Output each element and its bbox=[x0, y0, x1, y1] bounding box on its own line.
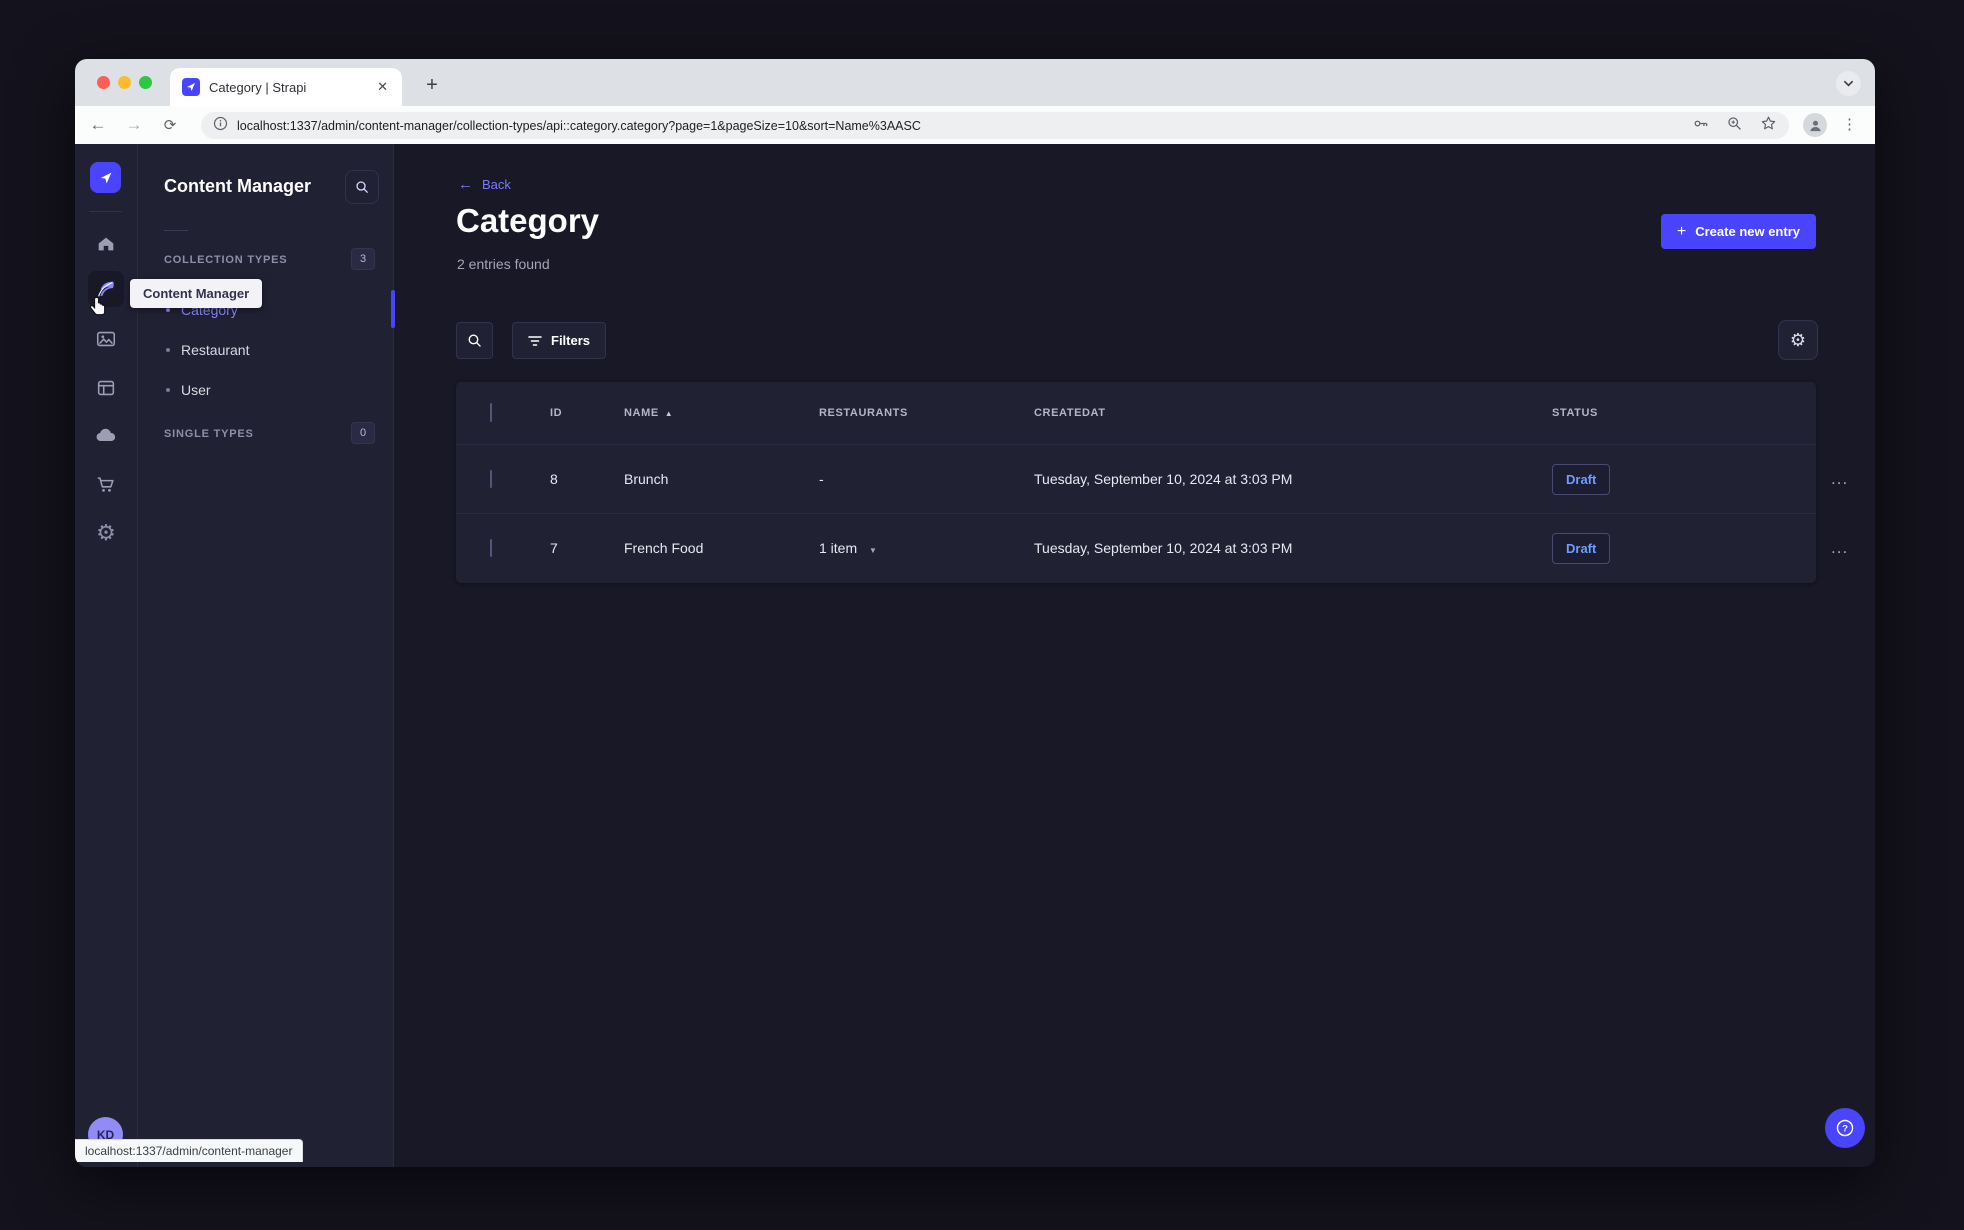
maximize-window-button[interactable] bbox=[139, 76, 152, 89]
collection-types-count-badge: 3 bbox=[351, 248, 375, 270]
window-controls bbox=[97, 76, 152, 89]
mouse-cursor-icon bbox=[89, 296, 109, 323]
link-preview-status-bar: localhost:1337/admin/content-manager bbox=[75, 1139, 304, 1162]
entries-table: ID NAME ▲ RESTAURANTS CREATEDAT STATUS 8… bbox=[456, 382, 1847, 583]
browser-reload-button[interactable]: ⟳ bbox=[155, 106, 185, 144]
strapi-app: ⚙ KD Content Manager COLLECTION TYPES 3 … bbox=[75, 144, 1875, 1167]
page-title: Category bbox=[456, 202, 600, 239]
filters-label: Filters bbox=[551, 333, 591, 348]
subnav-search-button[interactable] bbox=[345, 170, 379, 204]
back-link[interactable]: ← Back bbox=[458, 176, 511, 193]
collection-types-label: COLLECTION TYPES bbox=[164, 254, 288, 266]
close-tab-icon[interactable]: ✕ bbox=[375, 79, 390, 95]
subnav-divider bbox=[164, 230, 188, 231]
browser-tab-bar: Category | Strapi ✕ + bbox=[75, 59, 1875, 106]
cell-restaurants: - bbox=[819, 471, 824, 487]
browser-forward-button[interactable]: → bbox=[119, 106, 149, 144]
header-status[interactable]: STATUS bbox=[1552, 407, 1741, 419]
bullet-icon bbox=[166, 348, 170, 352]
zoom-in-icon[interactable] bbox=[1726, 115, 1743, 137]
gear-icon: ⚙ bbox=[1789, 330, 1807, 350]
address-bar[interactable]: localhost:1337/admin/content-manager/col… bbox=[201, 112, 1789, 139]
svg-text:?: ? bbox=[1842, 1123, 1848, 1134]
nav-content-type-builder-button[interactable] bbox=[88, 370, 124, 406]
cell-id: 7 bbox=[550, 540, 558, 556]
subnav-title: Content Manager bbox=[164, 176, 312, 196]
browser-window: Category | Strapi ✕ + ← → ⟳ localhost:13… bbox=[75, 59, 1875, 1167]
cell-id: 8 bbox=[550, 471, 558, 487]
page-info-icon[interactable] bbox=[213, 116, 228, 136]
filters-button[interactable]: Filters bbox=[512, 322, 607, 359]
view-settings-button[interactable]: ⚙ bbox=[1778, 320, 1818, 360]
sidebar-item-label: Restaurant bbox=[181, 342, 250, 358]
create-new-entry-label: Create new entry bbox=[1695, 224, 1800, 239]
cell-name: French Food bbox=[624, 540, 704, 556]
bullet-icon bbox=[166, 388, 170, 392]
browser-menu-icon[interactable]: ⋮ bbox=[1842, 114, 1857, 136]
single-types-count-badge: 0 bbox=[351, 422, 375, 444]
tab-search-button[interactable] bbox=[1836, 71, 1861, 96]
filter-icon bbox=[528, 335, 542, 346]
close-window-button[interactable] bbox=[97, 76, 110, 89]
gear-icon: ⚙ bbox=[96, 520, 116, 545]
cell-createdat: Tuesday, September 10, 2024 at 3:03 PM bbox=[1034, 471, 1293, 487]
browser-toolbar: ← → ⟳ localhost:1337/admin/content-manag… bbox=[75, 106, 1875, 144]
nav-marketplace-button[interactable] bbox=[88, 467, 124, 503]
select-all-checkbox[interactable] bbox=[490, 403, 492, 422]
help-button[interactable]: ? bbox=[1825, 1108, 1865, 1148]
cell-createdat: Tuesday, September 10, 2024 at 3:03 PM bbox=[1034, 540, 1293, 556]
nav-settings-button[interactable]: ⚙ bbox=[88, 515, 124, 551]
back-label: Back bbox=[482, 177, 511, 192]
sort-ascending-icon: ▲ bbox=[664, 408, 674, 418]
row-checkbox[interactable] bbox=[490, 539, 492, 557]
rail-divider bbox=[89, 211, 122, 212]
content-manager-tooltip: Content Manager bbox=[130, 279, 263, 308]
create-new-entry-button[interactable]: + Create new entry bbox=[1660, 214, 1816, 249]
url-text: localhost:1337/admin/content-manager/col… bbox=[237, 118, 921, 133]
minimize-window-button[interactable] bbox=[118, 76, 131, 89]
browser-tab-category[interactable]: Category | Strapi ✕ bbox=[170, 68, 402, 106]
search-button[interactable] bbox=[456, 322, 493, 359]
row-checkbox[interactable] bbox=[490, 470, 492, 488]
nav-cloud-button[interactable] bbox=[88, 418, 124, 454]
cell-restaurants[interactable]: 1 item ▼ bbox=[819, 540, 1034, 556]
nav-media-library-button[interactable] bbox=[88, 321, 124, 357]
row-actions-menu[interactable]: ... bbox=[1831, 469, 1848, 489]
strapi-logo[interactable] bbox=[90, 162, 121, 193]
cell-name: Brunch bbox=[624, 471, 669, 487]
relation-count-label: 1 item bbox=[819, 540, 858, 556]
active-item-indicator bbox=[391, 290, 395, 328]
header-name[interactable]: NAME ▲ bbox=[624, 407, 819, 419]
strapi-favicon-icon bbox=[182, 78, 200, 96]
browser-back-button[interactable]: ← bbox=[83, 106, 113, 144]
back-arrow-icon: ← bbox=[458, 176, 473, 193]
status-badge: Draft bbox=[1552, 463, 1611, 495]
browser-profile-button[interactable] bbox=[1803, 113, 1827, 137]
tab-title: Category | Strapi bbox=[209, 79, 307, 95]
header-createdat[interactable]: CREATEDAT bbox=[1034, 407, 1552, 419]
main-content: ← Back Category 2 entries found + Create… bbox=[395, 144, 1875, 1167]
row-actions-menu[interactable]: ... bbox=[1831, 538, 1848, 558]
nav-home-button[interactable] bbox=[88, 226, 124, 262]
bookmark-star-icon[interactable] bbox=[1760, 115, 1777, 137]
single-types-label: SINGLE TYPES bbox=[164, 428, 254, 440]
bullet-icon bbox=[166, 308, 170, 312]
plus-icon: + bbox=[1676, 222, 1687, 240]
status-badge: Draft bbox=[1552, 532, 1611, 564]
header-name-label: NAME bbox=[624, 407, 659, 419]
password-manager-icon[interactable] bbox=[1692, 115, 1709, 137]
table-header-row: ID NAME ▲ RESTAURANTS CREATEDAT STATUS bbox=[456, 382, 1816, 444]
sidebar-item-label: User bbox=[181, 382, 211, 398]
header-id[interactable]: ID bbox=[550, 407, 624, 419]
new-tab-button[interactable]: + bbox=[417, 70, 447, 100]
sidebar-item-user[interactable]: User bbox=[138, 370, 393, 410]
header-restaurants[interactable]: RESTAURANTS bbox=[819, 407, 1034, 419]
table-row[interactable]: 8 Brunch - Tuesday, September 10, 2024 a… bbox=[456, 444, 1847, 513]
chevron-down-icon: ▼ bbox=[869, 546, 877, 555]
table-row[interactable]: 7 French Food 1 item ▼ Tuesday, Septembe… bbox=[456, 513, 1847, 582]
entries-count: 2 entries found bbox=[457, 256, 550, 272]
sidebar-item-restaurant[interactable]: Restaurant bbox=[138, 330, 393, 370]
